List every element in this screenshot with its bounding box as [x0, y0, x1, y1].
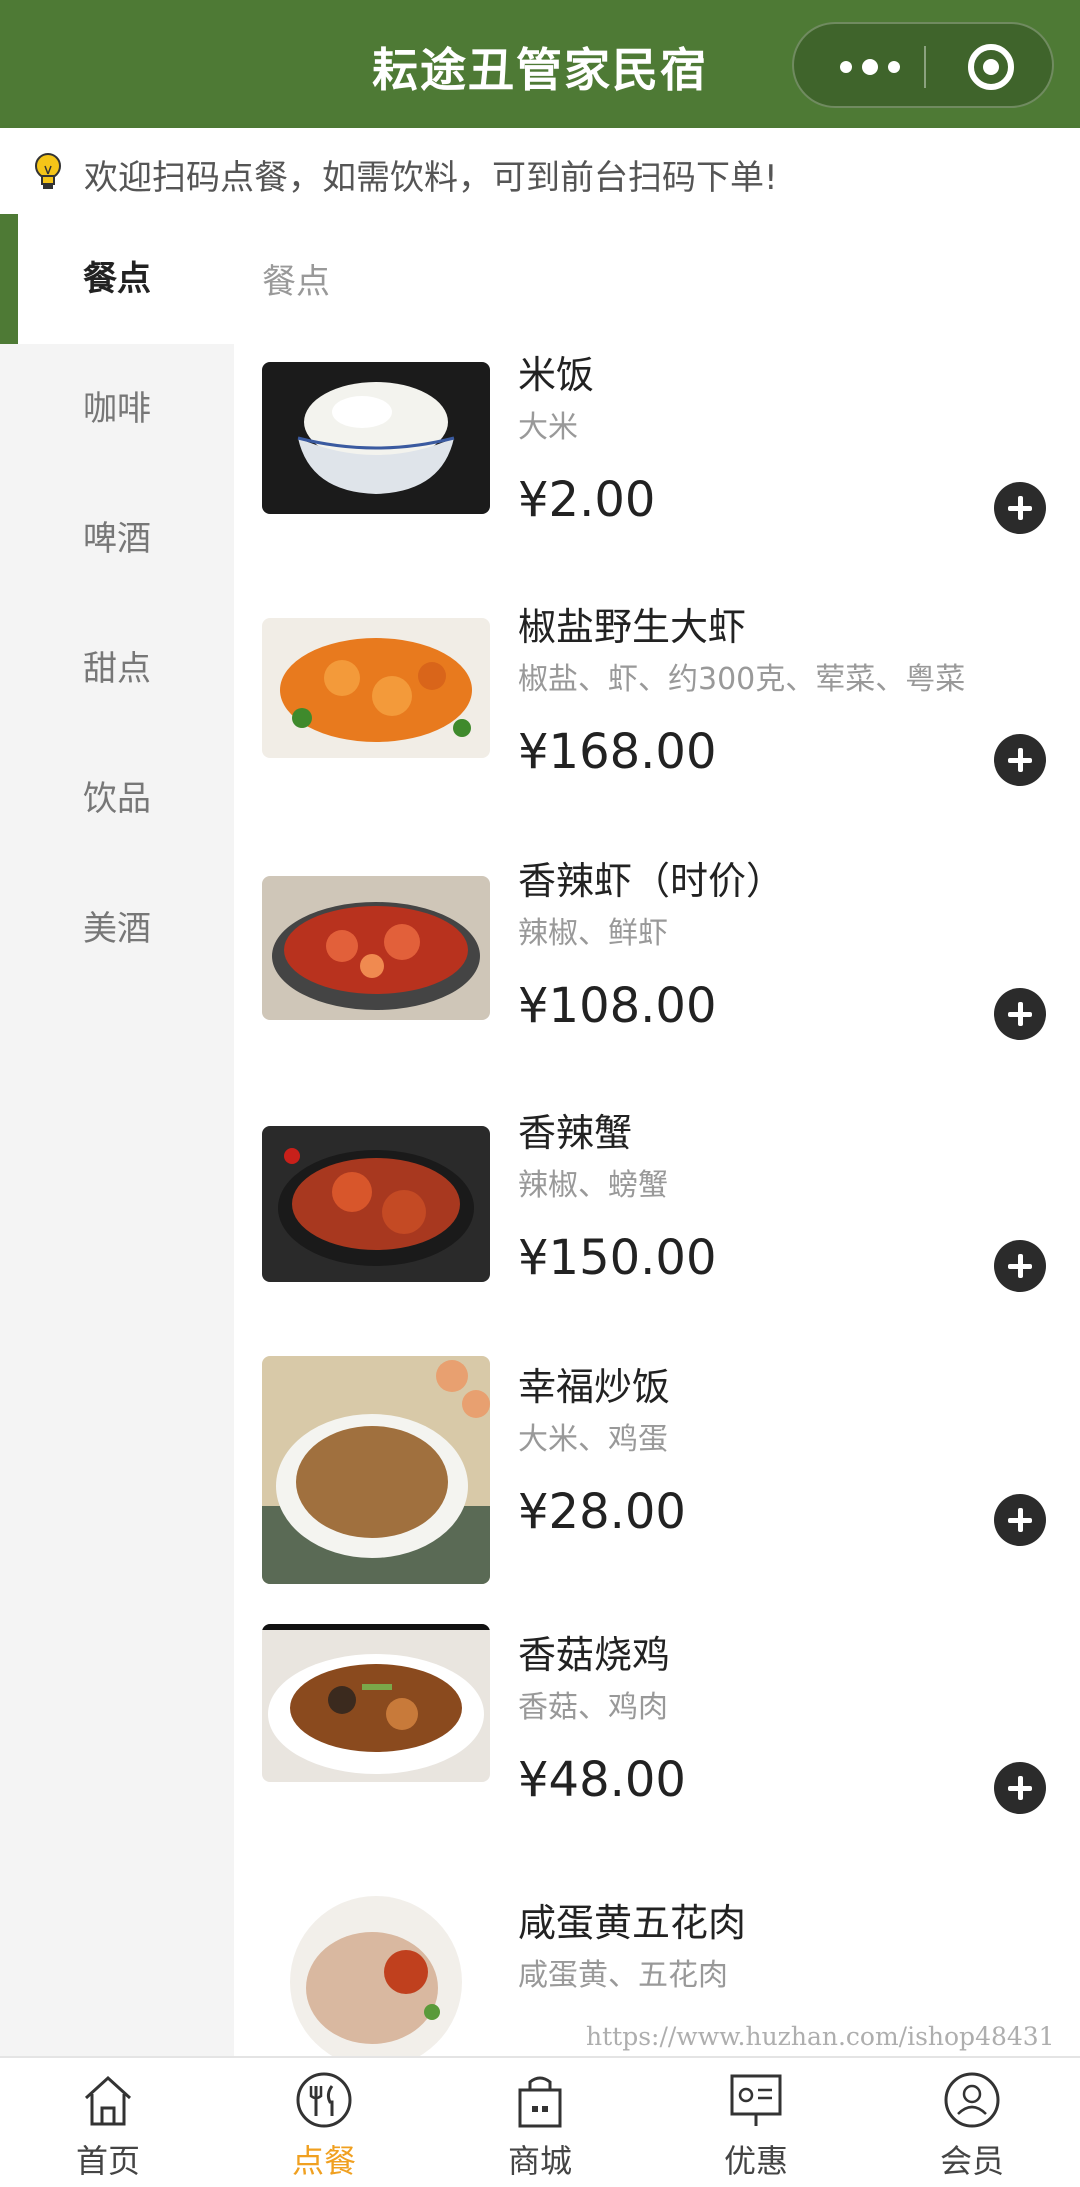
- more-menu-icon[interactable]: [830, 24, 910, 110]
- title-bar: 耘途丑管家民宿: [0, 0, 1080, 128]
- member-icon: [944, 2072, 1000, 2128]
- tab-home[interactable]: 首页: [0, 2058, 216, 2187]
- dish-name: 咸蛋黄五花肉: [518, 1901, 747, 1945]
- dish-price: ¥48.00: [518, 1752, 686, 1808]
- dish-item: 香辣虾（时价） 辣椒、鲜虾 ¥108.00: [262, 850, 1062, 1102]
- dish-item: 米饭 大米 ¥2.00: [262, 344, 1062, 596]
- bottom-tab-bar: 首页 点餐 商城 优惠 会员: [0, 2056, 1080, 2187]
- capsule-divider: [924, 46, 926, 88]
- dish-image-mushroom-chicken[interactable]: [262, 1624, 490, 1782]
- dish-desc: 大米: [518, 410, 578, 445]
- notice-bar: 欢迎扫码点餐，如需饮料，可到前台扫码下单!: [0, 128, 1080, 214]
- category-header: 餐点: [262, 262, 330, 302]
- shopping-bag-icon: [518, 2076, 562, 2128]
- tab-discounts[interactable]: 优惠: [648, 2058, 864, 2187]
- sidebar-item-beer[interactable]: 啤酒: [0, 474, 234, 604]
- dish-image-prawns[interactable]: [262, 618, 490, 758]
- sidebar-item-label: 饮品: [83, 779, 151, 819]
- sidebar-item-label: 美酒: [83, 909, 151, 949]
- sidebar-item-meals[interactable]: 餐点: [0, 214, 234, 344]
- watermark: https://www.huzhan.com/ishop48431: [586, 2022, 1055, 2051]
- tab-member[interactable]: 会员: [864, 2058, 1080, 2187]
- dish-price: ¥2.00: [518, 472, 656, 528]
- tab-label: 首页: [75, 2142, 140, 2180]
- tab-mall[interactable]: 商城: [432, 2058, 648, 2187]
- dish-list: 餐点 米饭 大米 ¥2.00 椒盐野生大虾 椒盐、虾、约300克、荤菜、粤菜 ¥…: [234, 214, 1080, 2056]
- dish-item: 香辣蟹 辣椒、螃蟹 ¥150.00: [262, 1102, 1062, 1354]
- active-indicator: [0, 214, 18, 344]
- dish-price: ¥28.00: [518, 1484, 686, 1540]
- sidebar-item-label: 餐点: [83, 259, 151, 299]
- add-to-cart-button[interactable]: [994, 734, 1046, 786]
- tab-label: 会员: [939, 2142, 1004, 2180]
- dish-name: 椒盐野生大虾: [518, 605, 747, 649]
- dish-price: ¥168.00: [518, 724, 717, 780]
- dish-image-spicy-shrimp[interactable]: [262, 876, 490, 1020]
- dish-image-spicy-crab[interactable]: [262, 1126, 490, 1282]
- home-icon: [84, 2075, 132, 2126]
- tab-label: 点餐: [291, 2142, 356, 2180]
- tab-label: 优惠: [723, 2142, 788, 2180]
- dish-image-fried-rice[interactable]: [262, 1356, 490, 1584]
- dish-item: 香菇烧鸡 香菇、鸡肉 ¥48.00: [262, 1624, 1062, 1876]
- dish-desc: 香菇、鸡肉: [518, 1690, 668, 1725]
- add-to-cart-button[interactable]: [994, 1240, 1046, 1292]
- dining-icon: [296, 2072, 352, 2128]
- dish-price: ¥150.00: [518, 1230, 717, 1286]
- dish-name: 香菇烧鸡: [518, 1633, 671, 1677]
- miniprogram-capsule: [792, 22, 1054, 108]
- sidebar-item-drinks[interactable]: 饮品: [0, 734, 234, 864]
- dish-desc: 辣椒、螃蟹: [518, 1168, 668, 1203]
- dish-name: 米饭: [518, 353, 595, 397]
- dish-desc: 椒盐、虾、约300克、荤菜、粤菜: [518, 662, 966, 697]
- add-to-cart-button[interactable]: [994, 1762, 1046, 1814]
- category-sidebar: 餐点 咖啡 啤酒 甜点 饮品 美酒: [0, 214, 234, 2056]
- dish-price: ¥108.00: [518, 978, 717, 1034]
- tab-label: 商城: [507, 2142, 572, 2180]
- dish-desc: 辣椒、鲜虾: [518, 916, 668, 951]
- dish-item: 椒盐野生大虾 椒盐、虾、约300克、荤菜、粤菜 ¥168.00: [262, 596, 1062, 848]
- dish-name: 香辣蟹: [518, 1111, 633, 1155]
- dish-item: 幸福炒饭 大米、鸡蛋 ¥28.00: [262, 1356, 1062, 1608]
- sidebar-item-label: 甜点: [83, 649, 151, 689]
- dish-desc: 大米、鸡蛋: [518, 1422, 668, 1457]
- dish-image-pork-belly[interactable]: [262, 1892, 490, 2056]
- dish-name: 香辣虾（时价）: [518, 859, 785, 903]
- tab-order[interactable]: 点餐: [216, 2058, 432, 2187]
- dish-desc: 咸蛋黄、五花肉: [518, 1958, 728, 1993]
- dish-image-rice[interactable]: [262, 362, 490, 514]
- sidebar-item-label: 啤酒: [83, 519, 151, 559]
- add-to-cart-button[interactable]: [994, 1494, 1046, 1546]
- dish-name: 幸福炒饭: [518, 1365, 671, 1409]
- add-to-cart-button[interactable]: [994, 482, 1046, 534]
- lightbulb-icon: [35, 153, 61, 189]
- close-miniprogram-icon[interactable]: [968, 44, 1014, 90]
- sidebar-item-wine[interactable]: 美酒: [0, 864, 234, 994]
- sidebar-item-dessert[interactable]: 甜点: [0, 604, 234, 734]
- sidebar-item-coffee[interactable]: 咖啡: [0, 344, 234, 474]
- coupon-board-icon: [730, 2074, 782, 2126]
- notice-text: 欢迎扫码点餐，如需饮料，可到前台扫码下单!: [84, 158, 778, 198]
- add-to-cart-button[interactable]: [994, 988, 1046, 1040]
- sidebar-item-label: 咖啡: [83, 389, 151, 429]
